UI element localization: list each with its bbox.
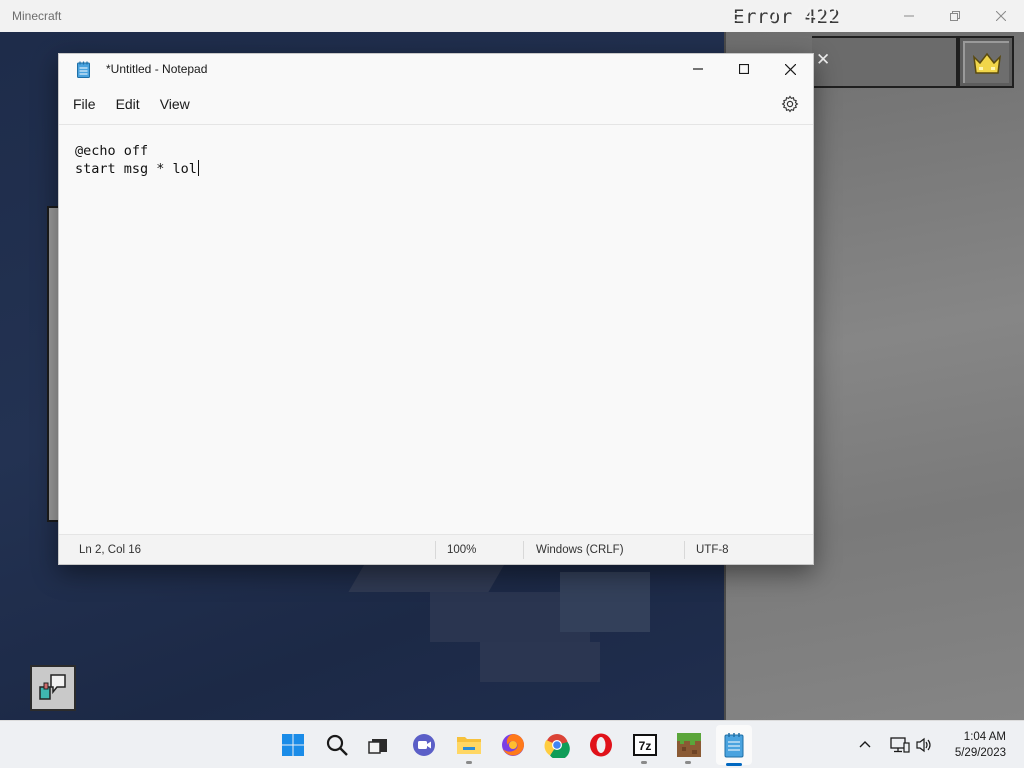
notepad-menu-bar: File Edit View: [59, 84, 813, 124]
show-hidden-icons-button[interactable]: [858, 721, 872, 768]
7zip-icon[interactable]: 7z: [631, 731, 659, 759]
notepad-text-area[interactable]: @echo off start msg * lol: [59, 124, 813, 534]
status-zoom[interactable]: 100%: [436, 540, 524, 559]
minecraft-minimize-button[interactable]: [886, 0, 932, 32]
start-icon[interactable]: [279, 731, 307, 759]
search-icon[interactable]: [323, 731, 351, 759]
minecraft-title-bar: Minecraft: [0, 0, 1024, 32]
7zip-label: 7z: [639, 739, 652, 753]
status-line-endings[interactable]: Windows (CRLF): [524, 540, 685, 559]
meet-icon[interactable]: [410, 731, 438, 759]
notepad-window-title: *Untitled - Notepad: [106, 62, 208, 76]
minecraft-close-button[interactable]: [978, 0, 1024, 32]
file-explorer-icon[interactable]: [455, 731, 483, 759]
notepad-window: *Untitled - Notepad File Edit View @echo…: [58, 53, 814, 565]
minecraft-crown-button[interactable]: [958, 36, 1014, 88]
task-view-icon[interactable]: [365, 731, 393, 759]
clock-date: 5/29/2023: [954, 747, 1006, 759]
editor-line-2-text: start msg * lol: [75, 161, 197, 177]
maximize-icon: [739, 64, 749, 74]
chat-icon: [39, 674, 66, 700]
opera-icon[interactable]: [587, 731, 615, 759]
notepad-close-button[interactable]: [767, 54, 813, 84]
7zip-running-indicator: [641, 761, 647, 764]
file-explorer-running-indicator: [466, 761, 472, 764]
minecraft-error-title: Error 422: [731, 4, 839, 26]
text-cursor: [197, 160, 199, 176]
minecraft-icon[interactable]: [675, 731, 703, 759]
notepad-maximize-button[interactable]: [721, 54, 767, 84]
chat-button[interactable]: [30, 665, 76, 711]
minimize-icon: [904, 15, 914, 17]
notepad-minimize-button[interactable]: [675, 54, 721, 84]
chevron-up-icon: [859, 741, 871, 748]
taskbar: 7z 1:04 AM 5/29/2023: [0, 720, 1024, 768]
notepad-status-bar: Ln 2, Col 16 100% Windows (CRLF) UTF-8: [59, 534, 813, 564]
firefox-icon[interactable]: [499, 731, 527, 759]
chrome-icon[interactable]: [543, 731, 571, 759]
close-icon: [784, 63, 796, 75]
editor-line-2: start msg * lol: [75, 160, 813, 178]
close-icon: [996, 11, 1006, 21]
minecraft-running-indicator: [685, 761, 691, 764]
status-encoding[interactable]: UTF-8: [685, 541, 729, 559]
notepad-active-indicator: [726, 763, 742, 766]
restore-icon: [950, 11, 960, 21]
network-icon[interactable]: [890, 721, 910, 768]
notepad-taskbar-icon[interactable]: [720, 731, 748, 759]
menu-file[interactable]: File: [67, 90, 102, 118]
taskbar-clock[interactable]: 1:04 AM 5/29/2023: [955, 729, 1006, 761]
editor-line-1: @echo off: [75, 143, 149, 159]
notepad-icon: [75, 60, 91, 78]
status-cursor-position: Ln 2, Col 16: [59, 540, 436, 559]
minimize-icon: [693, 68, 703, 70]
clock-time: 1:04 AM: [963, 731, 1006, 743]
notepad-title-bar[interactable]: *Untitled - Notepad: [59, 54, 813, 84]
menu-view[interactable]: View: [154, 90, 196, 118]
minecraft-close-x[interactable]: ✕: [816, 50, 830, 70]
minecraft-error-slot: [812, 36, 958, 88]
minecraft-window-title: Minecraft: [12, 9, 62, 23]
crown-icon: [972, 52, 1002, 74]
menu-edit[interactable]: Edit: [110, 90, 146, 118]
settings-gear-icon[interactable]: [781, 95, 799, 113]
volume-icon[interactable]: [915, 721, 933, 768]
minecraft-restore-button[interactable]: [932, 0, 978, 32]
